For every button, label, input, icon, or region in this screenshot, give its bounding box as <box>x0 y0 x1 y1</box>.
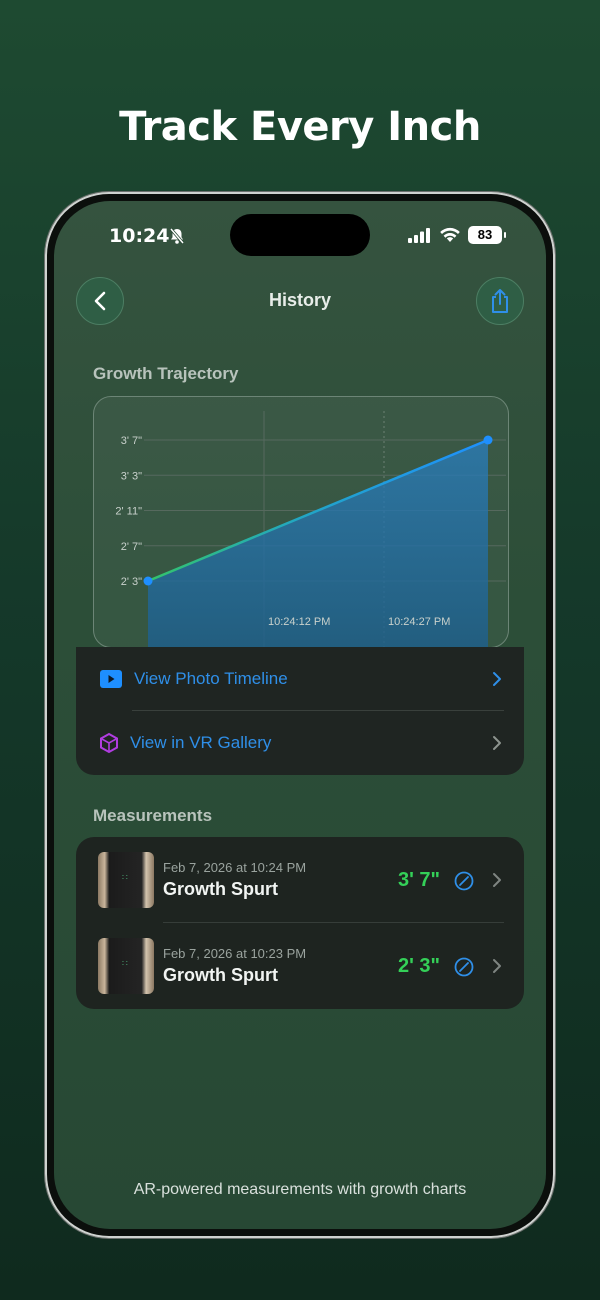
wifi-icon <box>440 227 460 242</box>
x-tick-label: 10:24:27 PM <box>388 616 450 628</box>
compass-icon[interactable] <box>454 871 474 891</box>
growth-chart: 3' 7" 3' 3" 2' 11" 2' 7" 2' 3" 10:24:12 PM 10:… <box>93 396 509 648</box>
measurement-date: Feb 7, 2026 at 10:23 PM <box>163 946 307 961</box>
x-tick-label: 10:24:12 PM <box>268 616 330 628</box>
vr-cube-icon <box>100 732 118 754</box>
battery-indicator: 83 <box>468 226 506 244</box>
data-point <box>483 435 493 445</box>
status-icons: 83 <box>408 226 506 244</box>
headline: Track Every Inch <box>119 104 481 150</box>
growth-section-title: Growth Trajectory <box>93 364 239 383</box>
measurements-section-title: Measurements <box>93 806 213 825</box>
chevron-right-icon <box>493 959 501 973</box>
chevron-right-icon <box>493 873 501 887</box>
chevron-right-icon <box>493 672 501 686</box>
y-tick-label: 2' 7" <box>121 541 142 553</box>
phone-frame: 10:24 83 History Growth Trajectory 3' 7"… <box>45 192 555 1238</box>
play-icon <box>100 670 122 688</box>
status-time: 10:24 <box>109 225 170 247</box>
measurement-row[interactable]: : : Feb 7, 2026 at 10:23 PM Growth Spurt… <box>76 923 524 1009</box>
y-tick-label: 2' 3" <box>121 576 142 588</box>
measurement-value: 3' 7" <box>397 869 440 891</box>
share-button[interactable] <box>476 277 524 325</box>
measurement-row[interactable]: : : Feb 7, 2026 at 10:24 PM Growth Spurt… <box>76 837 524 923</box>
measurement-thumbnail: : : <box>98 852 154 908</box>
dynamic-island <box>230 214 370 256</box>
view-vr-gallery-label: View in VR Gallery <box>130 733 272 752</box>
measurement-date: Feb 7, 2026 at 10:24 PM <box>163 860 307 875</box>
measurements-list: : : Feb 7, 2026 at 10:24 PM Growth Spurt… <box>76 837 524 1009</box>
y-tick-label: 3' 7" <box>121 435 142 447</box>
signal-icon <box>408 227 430 243</box>
page-title: History <box>268 290 331 310</box>
share-icon <box>492 289 508 313</box>
phone-screen: 10:24 83 History Growth Trajectory 3' 7"… <box>54 201 546 1229</box>
bell-muted-icon <box>169 228 185 244</box>
y-tick-label: 2' 11" <box>115 506 142 518</box>
links-card: View Photo Timeline View in VR Gallery <box>76 647 524 775</box>
measurement-title: Growth Spurt <box>163 965 278 985</box>
growth-chart-svg: 3' 7" 3' 3" 2' 11" 2' 7" 2' 3" 10:24:12 PM 10:… <box>115 411 506 647</box>
data-point <box>143 576 153 586</box>
measurement-title: Growth Spurt <box>163 879 278 899</box>
view-photo-timeline-label: View Photo Timeline <box>134 669 288 688</box>
y-tick-label: 3' 3" <box>121 470 142 482</box>
measurement-value: 2' 3" <box>397 955 440 977</box>
compass-icon[interactable] <box>454 957 474 977</box>
chevron-right-icon <box>493 736 501 750</box>
measurement-thumbnail: : : <box>98 938 154 994</box>
view-vr-gallery-row[interactable]: View in VR Gallery <box>76 711 524 775</box>
view-photo-timeline-row[interactable]: View Photo Timeline <box>76 647 524 711</box>
footer-caption: AR-powered measurements with growth char… <box>133 1181 467 1198</box>
